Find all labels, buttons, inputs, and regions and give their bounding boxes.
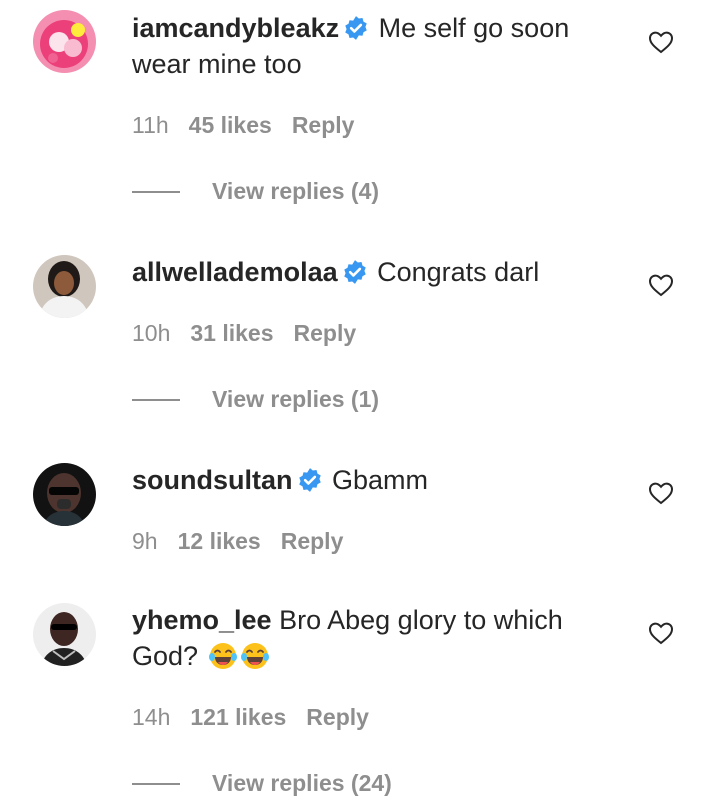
view-replies-button[interactable]: View replies (1) [132,386,379,413]
divider-line [132,398,180,401]
view-replies-button[interactable]: View replies (24) [132,770,392,797]
comment-body: Congrats darl [377,257,540,287]
heart-icon[interactable] [648,481,674,505]
divider-line [132,190,180,193]
view-replies-label: View replies (1) [212,386,380,412]
view-replies-label: View replies (24) [212,770,392,796]
likes-count[interactable]: 45 likes [189,112,272,138]
avatar[interactable] [33,255,96,318]
username[interactable]: allwellademolaa [132,257,338,287]
likes-count[interactable]: 31 likes [190,320,273,346]
view-replies-button[interactable]: View replies (4) [132,178,379,205]
avatar[interactable] [33,463,96,526]
avatar[interactable] [33,10,96,73]
laughing-tears-emoji-icon [208,641,238,671]
comment-body: Gbamm [332,465,429,495]
comment-meta: 10h 31 likes Reply [132,320,376,347]
heart-icon[interactable] [648,273,674,297]
verified-badge-icon [343,15,369,41]
comment-meta: 9h 12 likes Reply [132,528,363,555]
timestamp: 10h [132,320,171,346]
timestamp: 9h [132,528,158,554]
username[interactable]: soundsultan [132,465,293,495]
comment-meta: 11h 45 likes Reply [132,112,374,139]
divider-line [132,782,180,785]
reply-button[interactable]: Reply [281,528,344,554]
username[interactable]: iamcandybleakz [132,13,339,43]
timestamp: 14h [132,704,171,730]
reply-button[interactable]: Reply [306,704,369,730]
laughing-tears-emoji-icon [240,641,270,671]
comment-text: yhemo_lee Bro Abeg glory to which God? [132,602,612,674]
comment-text: soundsultan Gbamm [132,462,612,498]
avatar[interactable] [33,603,96,666]
reply-button[interactable]: Reply [292,112,355,138]
view-replies-label: View replies (4) [212,178,380,204]
verified-badge-icon [297,467,323,493]
verified-badge-icon [342,259,368,285]
timestamp: 11h [132,112,169,138]
reply-button[interactable]: Reply [294,320,357,346]
heart-icon[interactable] [648,621,674,645]
comment-text: allwellademolaa Congrats darl [132,254,612,290]
username[interactable]: yhemo_lee [132,605,272,635]
comment-meta: 14h 121 likes Reply [132,704,389,731]
heart-icon[interactable] [648,30,674,54]
likes-count[interactable]: 12 likes [178,528,261,554]
comment-text: iamcandybleakz Me self go soon wear mine… [132,10,612,82]
likes-count[interactable]: 121 likes [190,704,286,730]
